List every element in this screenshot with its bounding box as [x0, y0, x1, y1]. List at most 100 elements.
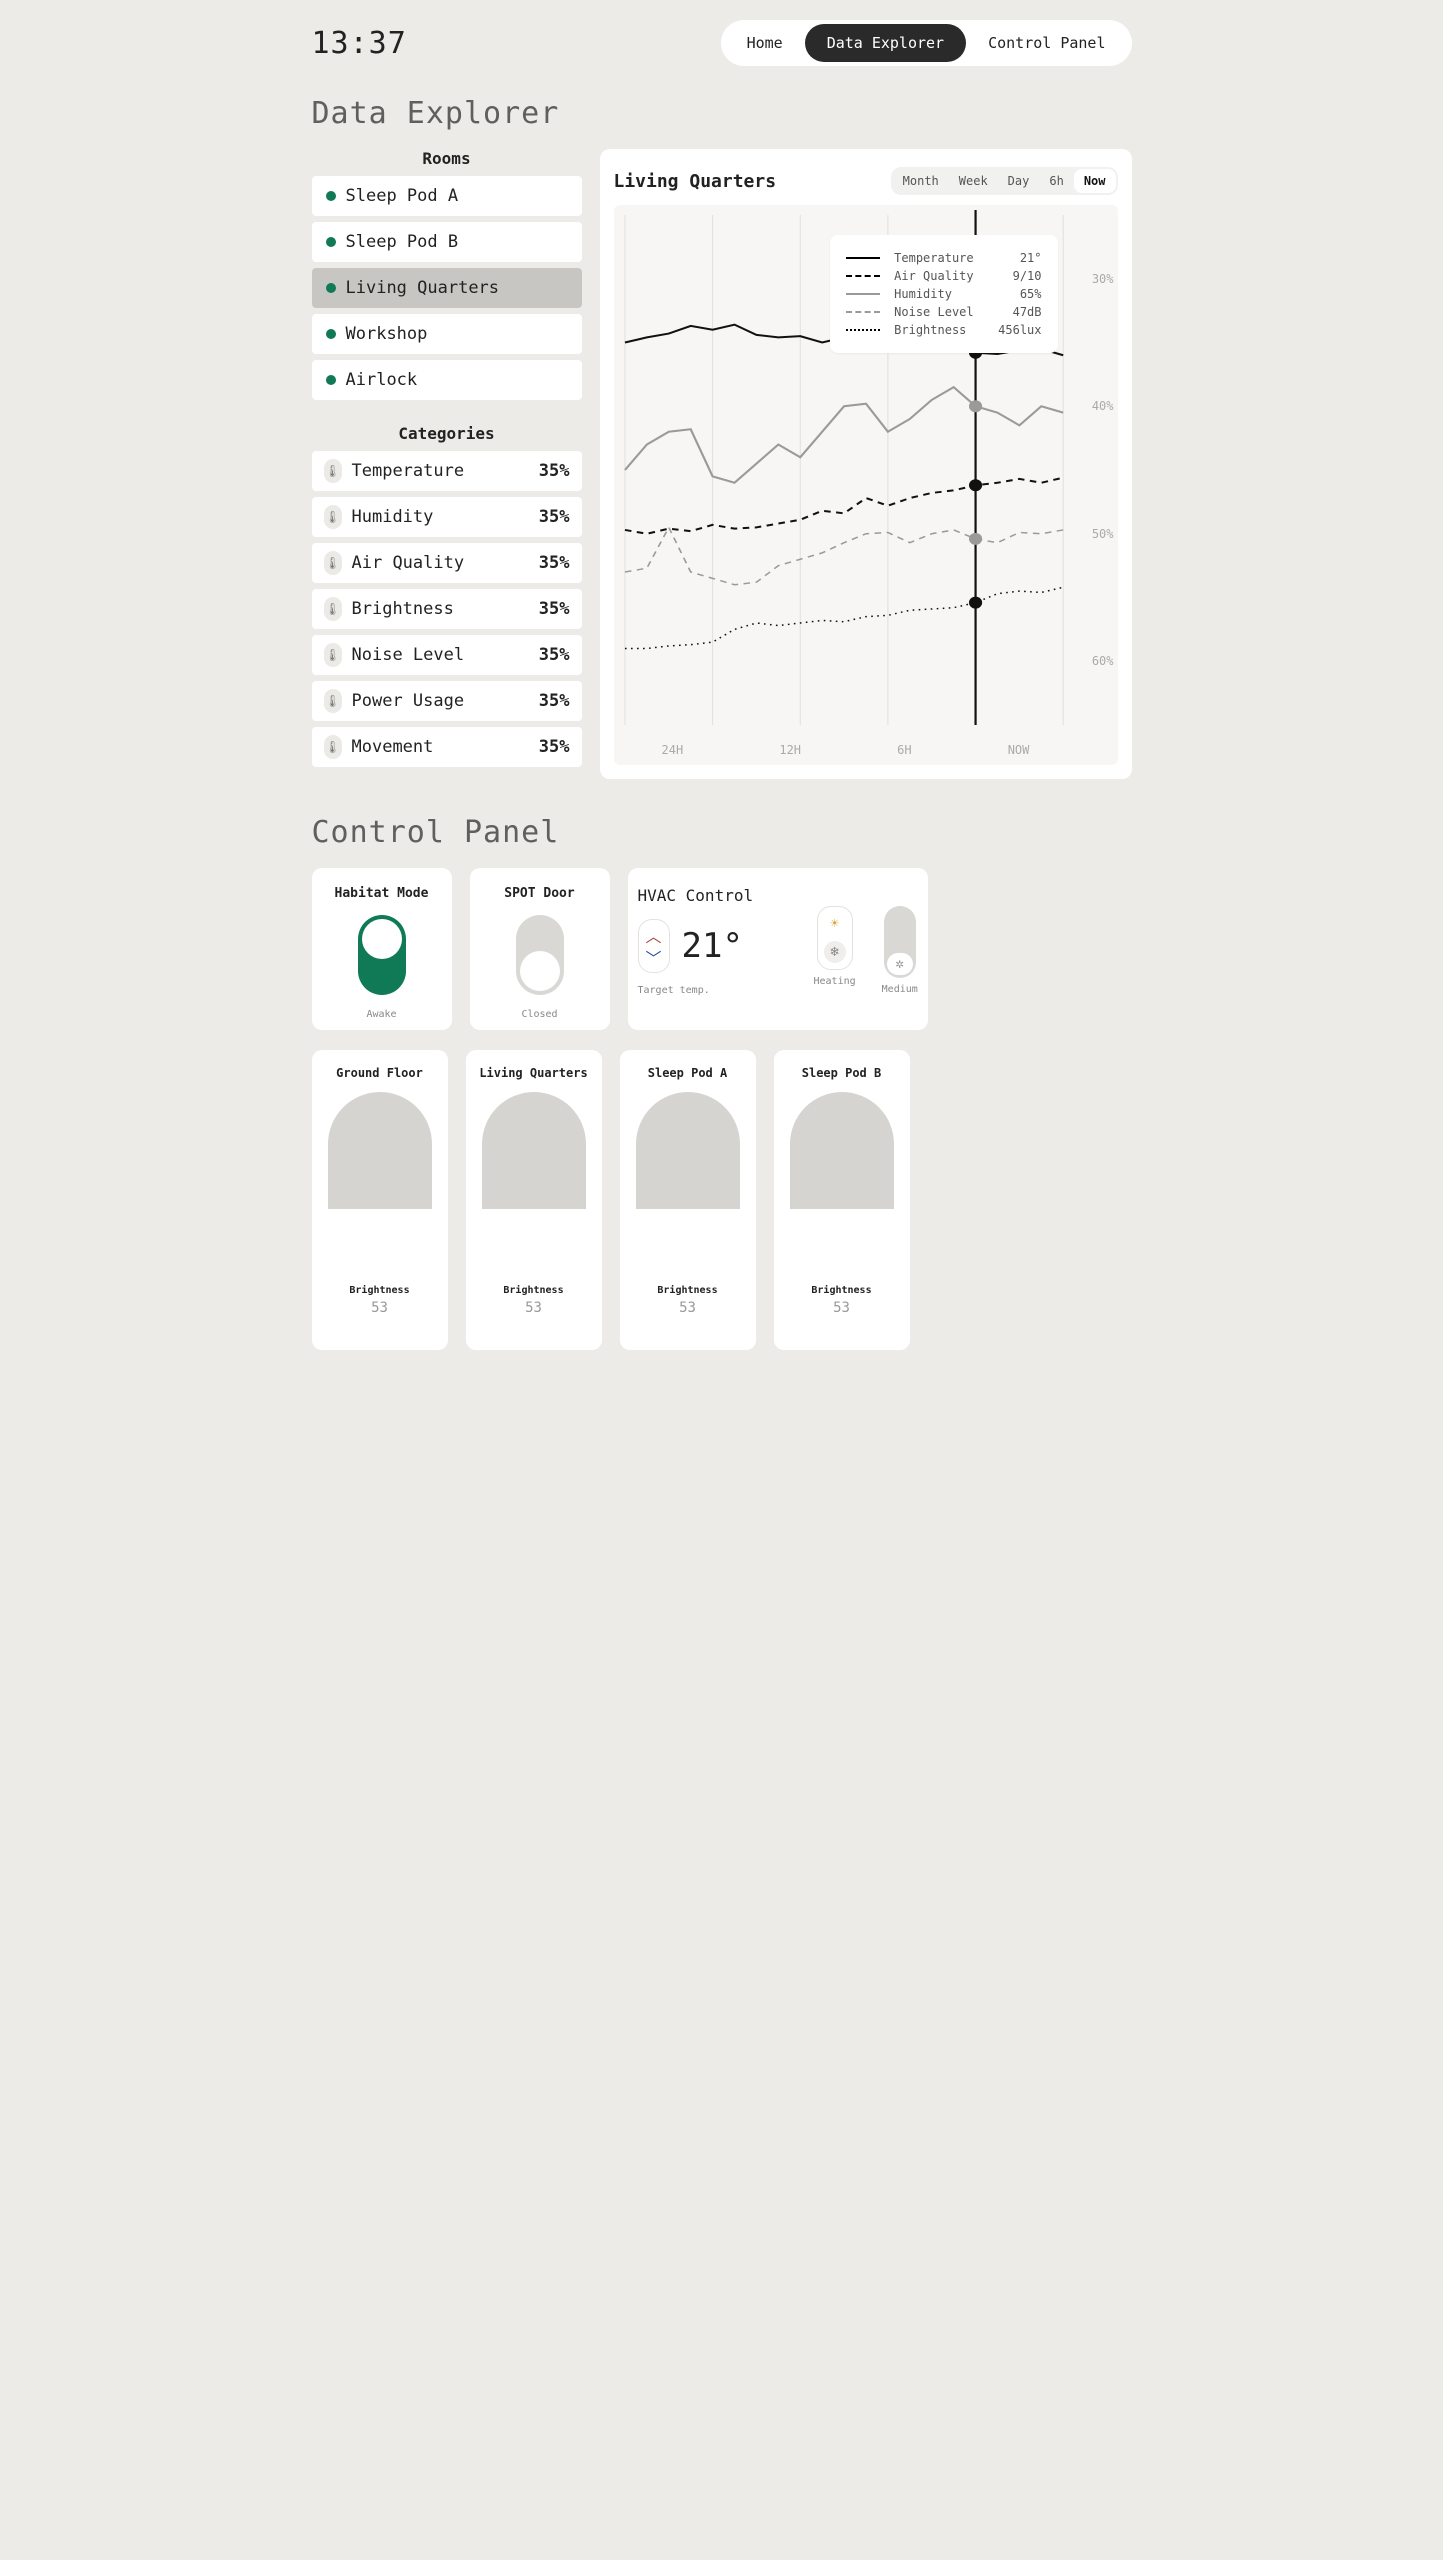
- thermometer-icon: 🌡: [324, 643, 342, 667]
- chevron-up-icon[interactable]: ︿: [643, 924, 665, 946]
- room-label: Sleep Pod B: [346, 232, 459, 252]
- brightness-slider[interactable]: Brightness 53: [328, 1092, 432, 1336]
- y-tick: 60%: [1092, 654, 1114, 668]
- category-value: 35%: [539, 691, 570, 711]
- spot-toggle[interactable]: [516, 915, 564, 995]
- hvac-fan-label: Medium: [882, 984, 918, 995]
- brightness-label: Brightness: [349, 1285, 409, 1296]
- category-movement[interactable]: 🌡Movement35%: [312, 727, 582, 767]
- status-dot-icon: [326, 329, 336, 339]
- legend-value: 65%: [1020, 287, 1042, 301]
- category-temperature[interactable]: 🌡Temperature35%: [312, 451, 582, 491]
- range-month[interactable]: Month: [893, 169, 949, 193]
- legend-row: Noise Level47dB: [846, 305, 1041, 319]
- brightness-value: 53: [371, 1300, 388, 1316]
- status-dot-icon: [326, 237, 336, 247]
- brightness-label: Brightness: [503, 1285, 563, 1296]
- room-sleep-pod-a[interactable]: Sleep Pod A: [312, 176, 582, 216]
- legend-swatch-icon: [846, 329, 880, 331]
- x-tick: 24H: [662, 743, 684, 757]
- x-tick: NOW: [1008, 743, 1030, 757]
- thermometer-icon: 🌡: [324, 597, 342, 621]
- hvac-temp-stepper[interactable]: ︿ ﹀: [638, 919, 670, 973]
- legend-row: Humidity 65%: [846, 287, 1041, 301]
- status-dot-icon: [326, 283, 336, 293]
- chart-card: Living Quarters MonthWeekDay6hNow Temper…: [600, 149, 1132, 779]
- time-range-selector: MonthWeekDay6hNow: [891, 167, 1118, 195]
- categories-list: 🌡Temperature35%🌡Humidity35%🌡Air Quality3…: [312, 451, 582, 767]
- category-air-quality[interactable]: 🌡Air Quality35%: [312, 543, 582, 583]
- legend-label: Brightness: [894, 323, 984, 337]
- category-value: 35%: [539, 645, 570, 665]
- range-day[interactable]: Day: [998, 169, 1040, 193]
- nav-data-explorer[interactable]: Data Explorer: [805, 24, 966, 62]
- category-value: 35%: [539, 461, 570, 481]
- hvac-mode-toggle[interactable]: ☀ ❄: [817, 906, 853, 970]
- room-sleep-pod-b[interactable]: Sleep Pod B: [312, 222, 582, 262]
- category-value: 35%: [539, 737, 570, 757]
- legend-value: 47dB: [1013, 305, 1042, 319]
- room-living-quarters[interactable]: Living Quarters: [312, 268, 582, 308]
- hvac-fan-slider[interactable]: ✲: [884, 906, 916, 978]
- nav-home[interactable]: Home: [725, 24, 805, 62]
- rooms-list: Sleep Pod A Sleep Pod B Living Quarters Wor…: [312, 176, 582, 400]
- y-tick: 50%: [1092, 527, 1114, 541]
- brightness-slider[interactable]: Brightness 53: [790, 1092, 894, 1336]
- legend-label: Temperature: [894, 251, 1006, 265]
- category-label: Brightness: [352, 599, 529, 619]
- hvac-mode-label: Heating: [814, 976, 856, 987]
- status-dot-icon: [326, 375, 336, 385]
- light-card-living-quarters: Living Quarters Brightness 53: [466, 1050, 602, 1350]
- category-label: Noise Level: [352, 645, 529, 665]
- top-nav: HomeData ExplorerControl Panel: [721, 20, 1132, 66]
- range-now[interactable]: Now: [1074, 169, 1116, 193]
- legend-label: Humidity: [894, 287, 1006, 301]
- room-workshop[interactable]: Workshop: [312, 314, 582, 354]
- thermometer-icon: 🌡: [324, 459, 342, 483]
- thermometer-icon: 🌡: [324, 551, 342, 575]
- snowflake-icon: ❄: [824, 941, 846, 963]
- range-6h[interactable]: 6h: [1039, 169, 1073, 193]
- chevron-down-icon[interactable]: ﹀: [643, 946, 665, 968]
- legend-swatch-icon: [846, 293, 880, 295]
- category-value: 35%: [539, 553, 570, 573]
- brightness-value: 53: [833, 1300, 850, 1316]
- category-label: Power Usage: [352, 691, 529, 711]
- thermometer-icon: 🌡: [324, 505, 342, 529]
- brightness-slider[interactable]: Brightness 53: [636, 1092, 740, 1336]
- brightness-slider[interactable]: Brightness 53: [482, 1092, 586, 1336]
- habitat-state: Awake: [366, 1009, 396, 1020]
- room-airlock[interactable]: Airlock: [312, 360, 582, 400]
- chart-room-title: Living Quarters: [614, 171, 777, 192]
- brightness-value: 53: [679, 1300, 696, 1316]
- nav-control-panel[interactable]: Control Panel: [966, 24, 1127, 62]
- clock: 13:37: [312, 26, 407, 61]
- legend-row: Air Quality 9/10: [846, 269, 1041, 283]
- habitat-toggle[interactable]: [358, 915, 406, 995]
- spot-state: Closed: [521, 1009, 557, 1020]
- thermometer-icon: 🌡: [324, 735, 342, 759]
- y-tick: 40%: [1092, 399, 1114, 413]
- category-noise-level[interactable]: 🌡 Noise Level 35%: [312, 635, 582, 675]
- light-card-title: Ground Floor: [336, 1066, 423, 1080]
- status-dot-icon: [326, 191, 336, 201]
- hvac-card: HVAC Control ︿ ﹀ 21° Target temp. ☀ ❄ He…: [628, 868, 928, 1030]
- chart-legend: Temperature21°Air Quality9/10Humidity65%…: [830, 235, 1057, 353]
- legend-label: Air Quality: [894, 269, 998, 283]
- legend-value: 456lux: [998, 323, 1041, 337]
- category-humidity[interactable]: 🌡Humidity35%: [312, 497, 582, 537]
- spot-door-card: SPOT Door Closed: [470, 868, 610, 1030]
- light-card-title: Sleep Pod B: [802, 1066, 881, 1080]
- legend-row: Brightness 456lux: [846, 323, 1041, 337]
- category-power-usage[interactable]: 🌡 Power Usage 35%: [312, 681, 582, 721]
- thermometer-icon: 🌡: [324, 689, 342, 713]
- legend-value: 9/10: [1013, 269, 1042, 283]
- brightness-value: 53: [525, 1300, 542, 1316]
- category-label: Humidity: [352, 507, 529, 527]
- light-card-sleep-pod-a: Sleep Pod A Brightness 53: [620, 1050, 756, 1350]
- legend-swatch-icon: [846, 311, 880, 313]
- range-week[interactable]: Week: [949, 169, 998, 193]
- spot-title: SPOT Door: [504, 886, 574, 901]
- category-brightness[interactable]: 🌡Brightness35%: [312, 589, 582, 629]
- brightness-label: Brightness: [657, 1285, 717, 1296]
